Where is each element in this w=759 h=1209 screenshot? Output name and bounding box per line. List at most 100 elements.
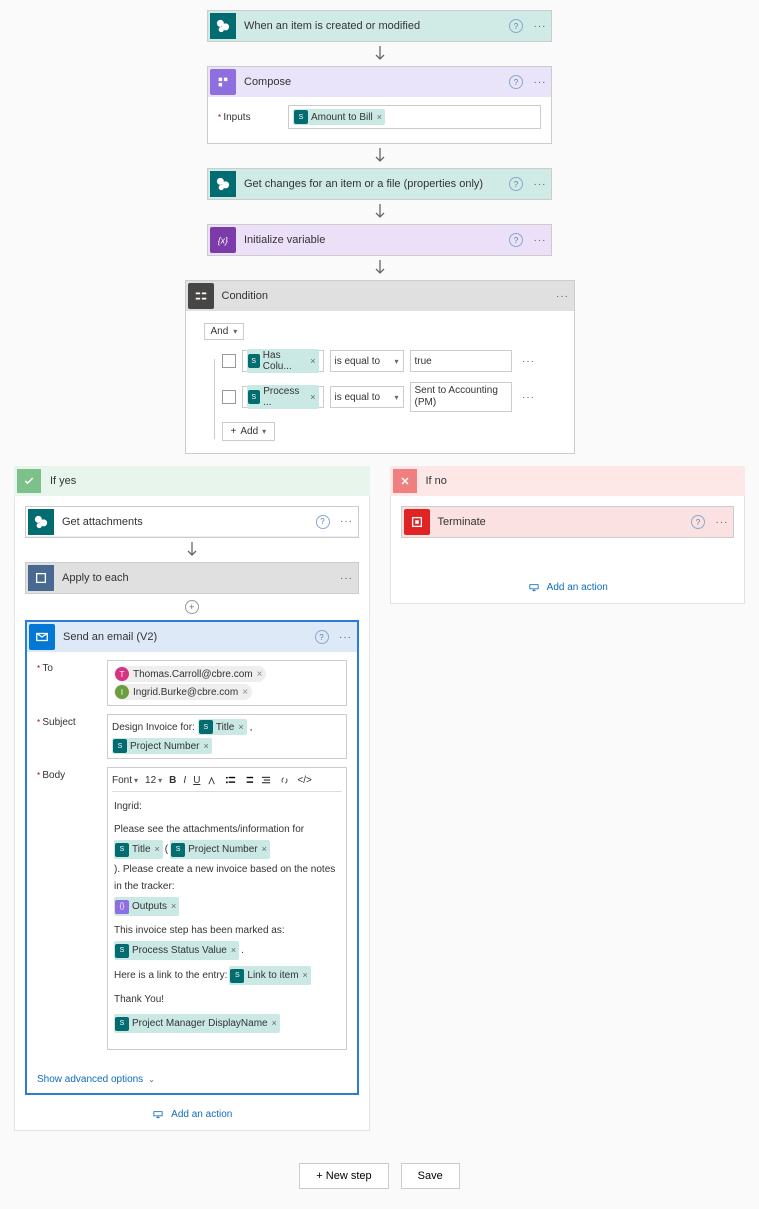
more-icon[interactable]: ··· — [529, 235, 551, 246]
subject-label: Subject — [37, 714, 107, 759]
sendemail-card[interactable]: Send an email (V2) ? ··· To TThomas.Carr… — [25, 620, 359, 1095]
svg-text:{x}: {x} — [218, 236, 228, 246]
more-icon[interactable]: ··· — [518, 392, 540, 403]
show-advanced-link[interactable]: Show advanced options⌄ — [27, 1066, 357, 1093]
compose-icon — [210, 69, 236, 95]
to-field[interactable]: TThomas.Carroll@cbre.com× IIngrid.Burke@… — [107, 660, 347, 706]
bullets-button[interactable] — [225, 775, 236, 786]
if-yes-label: If yes — [44, 475, 366, 487]
help-icon[interactable]: ? — [509, 19, 523, 33]
link-button[interactable] — [279, 775, 290, 786]
italic-button[interactable]: I — [183, 775, 186, 786]
more-icon[interactable]: ··· — [336, 516, 358, 527]
body-label: Body — [37, 767, 107, 1050]
more-icon[interactable]: ··· — [711, 517, 733, 528]
add-action-button[interactable]: Add an action — [527, 582, 608, 593]
variable-icon: {x} — [210, 227, 236, 253]
condition-icon — [188, 283, 214, 309]
condition-operator[interactable]: is equal to▾ — [330, 386, 404, 408]
if-no-label: If no — [420, 475, 742, 487]
body-text: Here is a link to the entry: SLink to it… — [114, 966, 340, 985]
font-dropdown[interactable]: Font ▾ — [112, 775, 138, 786]
terminate-title: Terminate — [432, 516, 692, 528]
help-icon[interactable]: ? — [509, 233, 523, 247]
condition-value[interactable]: true — [410, 350, 512, 372]
loop-icon — [28, 565, 54, 591]
more-icon[interactable]: ··· — [529, 77, 551, 88]
inputs-field[interactable]: SAmount to Bill× — [288, 105, 541, 129]
terminate-card[interactable]: Terminate ? ··· — [401, 506, 735, 538]
help-icon[interactable]: ? — [509, 75, 523, 89]
condition-value[interactable]: Sent to Accounting (PM) — [410, 382, 512, 412]
avatar: T — [115, 667, 129, 681]
bold-button[interactable]: B — [169, 775, 176, 786]
save-button[interactable]: Save — [401, 1163, 460, 1189]
x-icon — [393, 469, 417, 493]
body-text: Please see the attachments/information f… — [114, 821, 340, 916]
sharepoint-icon — [210, 171, 236, 197]
getattachments-title: Get attachments — [56, 516, 316, 528]
chevron-down-icon: ▾ — [233, 327, 237, 336]
body-text: Ingrid: — [114, 798, 340, 815]
inputs-label: Inputs — [218, 112, 288, 123]
initvar-card[interactable]: {x} Initialize variable ? ··· — [207, 224, 552, 256]
more-icon[interactable]: ··· — [336, 573, 358, 584]
checkbox[interactable] — [222, 354, 236, 368]
insert-step-button[interactable]: + — [185, 600, 199, 614]
condition-card[interactable]: Condition ··· And▾ SHas Colu...× is equa… — [185, 280, 575, 454]
condition-field[interactable]: SHas Colu...× — [242, 350, 324, 372]
fontsize-dropdown[interactable]: 12 ▾ — [145, 775, 162, 786]
sharepoint-icon — [28, 509, 54, 535]
help-icon[interactable]: ? — [509, 177, 523, 191]
condition-field[interactable]: SProcess ...× — [242, 386, 324, 408]
arrow-connector — [374, 144, 386, 168]
close-icon[interactable]: × — [377, 112, 382, 122]
body-text: Thank You! — [114, 991, 340, 1008]
help-icon[interactable]: ? — [315, 630, 329, 644]
token-amount-to-bill[interactable]: SAmount to Bill× — [293, 109, 385, 125]
body-text: This invoice step has been marked as: SP… — [114, 922, 340, 960]
trigger-card[interactable]: When an item is created or modified ? ··… — [207, 10, 552, 42]
checkbox[interactable] — [222, 390, 236, 404]
close-icon[interactable]: × — [257, 669, 263, 680]
add-action-button[interactable]: Add an action — [151, 1109, 232, 1120]
indent-button[interactable] — [261, 775, 272, 786]
compose-title: Compose — [238, 76, 509, 88]
condition-operator[interactable]: is equal to▾ — [330, 350, 404, 372]
condition-row: SProcess ...× is equal to▾ Sent to Accou… — [222, 382, 556, 412]
sharepoint-icon — [210, 13, 236, 39]
sendemail-title: Send an email (V2) — [57, 631, 315, 643]
body-field[interactable]: Font ▾ 12 ▾ B I U — [107, 767, 347, 1050]
arrow-connector — [374, 200, 386, 224]
if-no-branch: If no Terminate ? ··· Add an action — [390, 466, 746, 604]
to-label: To — [37, 660, 107, 706]
help-icon[interactable]: ? — [691, 515, 705, 529]
condition-row: SHas Colu...× is equal to▾ true ··· — [222, 350, 556, 372]
new-step-button[interactable]: + New step — [299, 1163, 388, 1189]
getattachments-card[interactable]: Get attachments ? ··· — [25, 506, 359, 538]
outlook-icon — [29, 624, 55, 650]
arrow-connector — [374, 42, 386, 66]
close-icon[interactable]: × — [242, 687, 248, 698]
recipient-pill[interactable]: TThomas.Carroll@cbre.com× — [114, 666, 266, 682]
more-icon[interactable]: ··· — [529, 21, 551, 32]
recipient-pill[interactable]: IIngrid.Burke@cbre.com× — [114, 684, 252, 700]
code-button[interactable]: </> — [297, 775, 311, 786]
help-icon[interactable]: ? — [316, 515, 330, 529]
more-icon[interactable]: ··· — [552, 291, 574, 302]
if-yes-branch: If yes Get attachments ? ··· — [14, 466, 370, 1131]
group-selector[interactable]: And▾ — [204, 323, 245, 340]
condition-title: Condition — [216, 290, 552, 302]
more-icon[interactable]: ··· — [529, 179, 551, 190]
add-condition-button[interactable]: +Add▾ — [222, 422, 276, 441]
applytoeach-card[interactable]: Apply to each ··· — [25, 562, 359, 594]
more-icon[interactable]: ··· — [518, 356, 540, 367]
compose-card[interactable]: Compose ? ··· Inputs SAmount to Bill× — [207, 66, 552, 144]
subject-field[interactable]: Design Invoice for: STitle× , SProject N… — [107, 714, 347, 759]
chevron-down-icon: ⌄ — [148, 1075, 155, 1084]
getchanges-card[interactable]: Get changes for an item or a file (prope… — [207, 168, 552, 200]
underline-button[interactable]: U — [193, 775, 200, 786]
highlight-button[interactable] — [207, 775, 218, 786]
numbered-button[interactable] — [243, 775, 254, 786]
more-icon[interactable]: ··· — [335, 632, 357, 643]
